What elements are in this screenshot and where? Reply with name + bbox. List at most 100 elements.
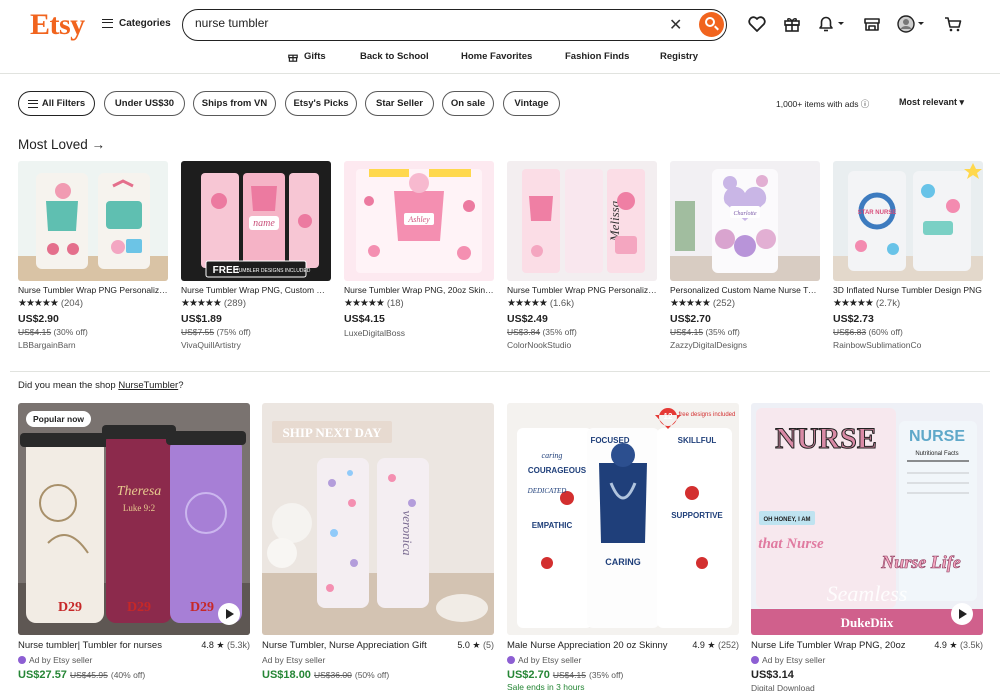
subnav-fashion-finds[interactable]: Fashion Finds	[565, 51, 629, 62]
seller-name[interactable]: RainbowSublimationCo	[833, 340, 983, 350]
subnav-gifts[interactable]: Gifts	[304, 51, 326, 62]
ad-label: Ad by Etsy seller	[751, 655, 983, 665]
most-loved-card[interactable]: Nurse Tumbler Wrap PNG Personalized ★★★★…	[18, 161, 168, 350]
product-image[interactable]: name FREE TUMBLER DESIGNS INCLUDED	[181, 161, 331, 281]
close-icon[interactable]: ✕	[669, 15, 682, 35]
product-title[interactable]: 3D Inflated Nurse Tumbler Design PNG	[833, 285, 983, 295]
digital-download-label: Digital Download	[751, 683, 815, 691]
seller-name[interactable]: LBBargainBarn	[18, 340, 168, 350]
sort-dropdown[interactable]: Most relevant ▾	[899, 97, 964, 108]
listing-title[interactable]: Nurse Tumbler, Nurse Appreciation Gift	[262, 640, 432, 651]
filter-on-sale[interactable]: On sale	[442, 91, 494, 116]
search-bar: ✕	[182, 9, 727, 41]
play-video-icon[interactable]	[951, 603, 973, 625]
filter-ships-from-vn[interactable]: Ships from VN	[193, 91, 276, 116]
thumb-label: name	[253, 218, 275, 229]
thumb-label: NURSE	[909, 428, 965, 445]
shop-suggestion-link[interactable]: NurseTumbler	[118, 380, 178, 391]
thumb-label: SUPPORTIVE	[671, 511, 723, 520]
heart-icon[interactable]	[747, 14, 767, 34]
listing-title[interactable]: Male Nurse Appreciation 20 oz Skinny	[507, 640, 677, 651]
filter-star-seller[interactable]: Star Seller	[365, 91, 434, 116]
product-image[interactable]: veronica SHIP NEXT DAY	[262, 403, 494, 635]
thumb-label: EMPATHIC	[532, 521, 573, 530]
sub-navigation: Gifts Back to School Home Favorites Fash…	[0, 51, 1000, 65]
thumb-label: that Nurse	[758, 536, 824, 552]
account-avatar-icon[interactable]	[896, 14, 926, 34]
listing-card[interactable]: veronica SHIP NEXT DAY Nurse Tumbler, Nu…	[262, 403, 494, 681]
subnav-back-to-school[interactable]: Back to School	[360, 51, 429, 62]
listing-price: US$18.00 US$36.00 (50% off)	[262, 669, 390, 681]
thumb-label: caring	[542, 451, 563, 460]
listing-price: US$3.14	[751, 669, 794, 681]
most-loved-card[interactable]: name FREE TUMBLER DESIGNS INCLUDED Nurse…	[181, 161, 331, 350]
all-filters-button[interactable]: All Filters	[18, 91, 95, 116]
product-image[interactable]: STAR NURSE	[833, 161, 983, 281]
product-image[interactable]	[18, 161, 168, 281]
most-loved-card[interactable]: Charlotte Personalized Custom Name Nurse…	[670, 161, 820, 350]
search-button[interactable]	[699, 12, 724, 37]
listing-title[interactable]: Nurse tumbler| Tumbler for nurses	[18, 640, 188, 651]
seller-name[interactable]: ZazzyDigitalDesigns	[670, 340, 820, 350]
subnav-home-favorites[interactable]: Home Favorites	[461, 51, 532, 62]
thumb-label: STAR NURSE	[858, 210, 897, 216]
filter-under-30[interactable]: Under US$30	[104, 91, 185, 116]
thumb-label: Luke 9:2	[123, 503, 155, 513]
all-filters-label: All Filters	[41, 98, 86, 109]
product-title[interactable]: Nurse Tumbler Wrap PNG Personalized	[18, 285, 168, 295]
cart-icon[interactable]	[943, 14, 963, 34]
shop-icon[interactable]	[862, 14, 882, 34]
gift-icon[interactable]	[782, 14, 802, 34]
product-image[interactable]: Ashley	[344, 161, 494, 281]
notification-bell-icon[interactable]	[816, 14, 846, 34]
seller-name[interactable]: ColorNookStudio	[507, 340, 657, 350]
product-title[interactable]: Nurse Tumbler Wrap PNG Personalized	[507, 285, 657, 295]
most-loved-card[interactable]: Ashley Nurse Tumbler Wrap PNG, 20oz Skin…	[344, 161, 494, 338]
review-count: (204)	[60, 298, 84, 309]
product-image[interactable]: Theresa Luke 9:2 D29 D29 D29 Popular now	[18, 403, 250, 635]
most-loved-heading[interactable]: Most Loved →	[18, 137, 105, 152]
ad-label: Ad by Etsy seller	[262, 655, 326, 665]
categories-label: Categories	[119, 18, 171, 29]
categories-button[interactable]: Categories	[102, 18, 171, 29]
thumb-label: OH HONEY, I AM	[763, 517, 810, 523]
listing-title[interactable]: Nurse Life Tumbler Wrap PNG, 20oz	[751, 640, 921, 651]
product-title[interactable]: Personalized Custom Name Nurse Tumbler	[670, 285, 820, 295]
thumb-label: COURAGEOUS	[528, 466, 587, 475]
product-rating: ★★★★★ (1.6k)	[507, 298, 657, 309]
product-image[interactable]: NURSE NURSE Nutritional Facts OH HONEY, …	[751, 403, 983, 635]
filter-vintage[interactable]: Vintage	[503, 91, 560, 116]
product-title[interactable]: Nurse Tumbler Wrap PNG, Custom Name	[181, 285, 331, 295]
thumb-label: Theresa	[117, 484, 162, 499]
thumb-label: DukeDiix	[841, 615, 894, 630]
product-image[interactable]: Melissa	[507, 161, 657, 281]
star-rating-icon: ★★★★★	[181, 298, 222, 309]
ads-info[interactable]: 1,000+ items with ads ⓘ	[776, 98, 869, 110]
product-image[interactable]: CARING FOCUSED SKILLFUL COURAGEOUS EMPAT…	[507, 403, 739, 635]
most-loved-card[interactable]: STAR NURSE 3D Inflated Nurse Tumbler Des…	[833, 161, 983, 350]
section-divider	[10, 371, 990, 372]
product-image[interactable]: Charlotte	[670, 161, 820, 281]
thumb-label: veronica	[400, 511, 415, 556]
listing-card[interactable]: Theresa Luke 9:2 D29 D29 D29 Popular now…	[18, 403, 250, 681]
listing-card[interactable]: NURSE NURSE Nutritional Facts OH HONEY, …	[751, 403, 983, 691]
filter-etsys-picks[interactable]: Etsy's Picks	[285, 91, 357, 116]
seller-badge-icon	[18, 656, 26, 664]
thumb-label: Seamless	[827, 581, 908, 606]
product-rating: ★★★★★ (18)	[344, 298, 494, 309]
thumb-label: Nutritional Facts	[915, 451, 958, 457]
play-video-icon[interactable]	[218, 603, 240, 625]
product-rating: ★★★★★ (204)	[18, 298, 168, 309]
etsy-logo[interactable]: Etsy	[30, 8, 85, 42]
ad-label: Ad by Etsy seller	[507, 655, 739, 665]
subnav-registry[interactable]: Registry	[660, 51, 698, 62]
seller-name[interactable]: VivaQuillArtistry	[181, 340, 331, 350]
thumb-label: Ashley	[407, 215, 430, 224]
product-title[interactable]: Nurse Tumbler Wrap PNG, 20oz Skinny	[344, 285, 494, 295]
seller-name[interactable]: LuxeDigitalBoss	[344, 328, 494, 338]
most-loved-card[interactable]: Melissa Nurse Tumbler Wrap PNG Personali…	[507, 161, 657, 350]
product-price: US$2.90	[18, 313, 59, 325]
listing-card[interactable]: CARING FOCUSED SKILLFUL COURAGEOUS EMPAT…	[507, 403, 739, 691]
search-input[interactable]	[195, 16, 645, 30]
listing-rating: 5.0 ★ (5)	[457, 640, 494, 650]
